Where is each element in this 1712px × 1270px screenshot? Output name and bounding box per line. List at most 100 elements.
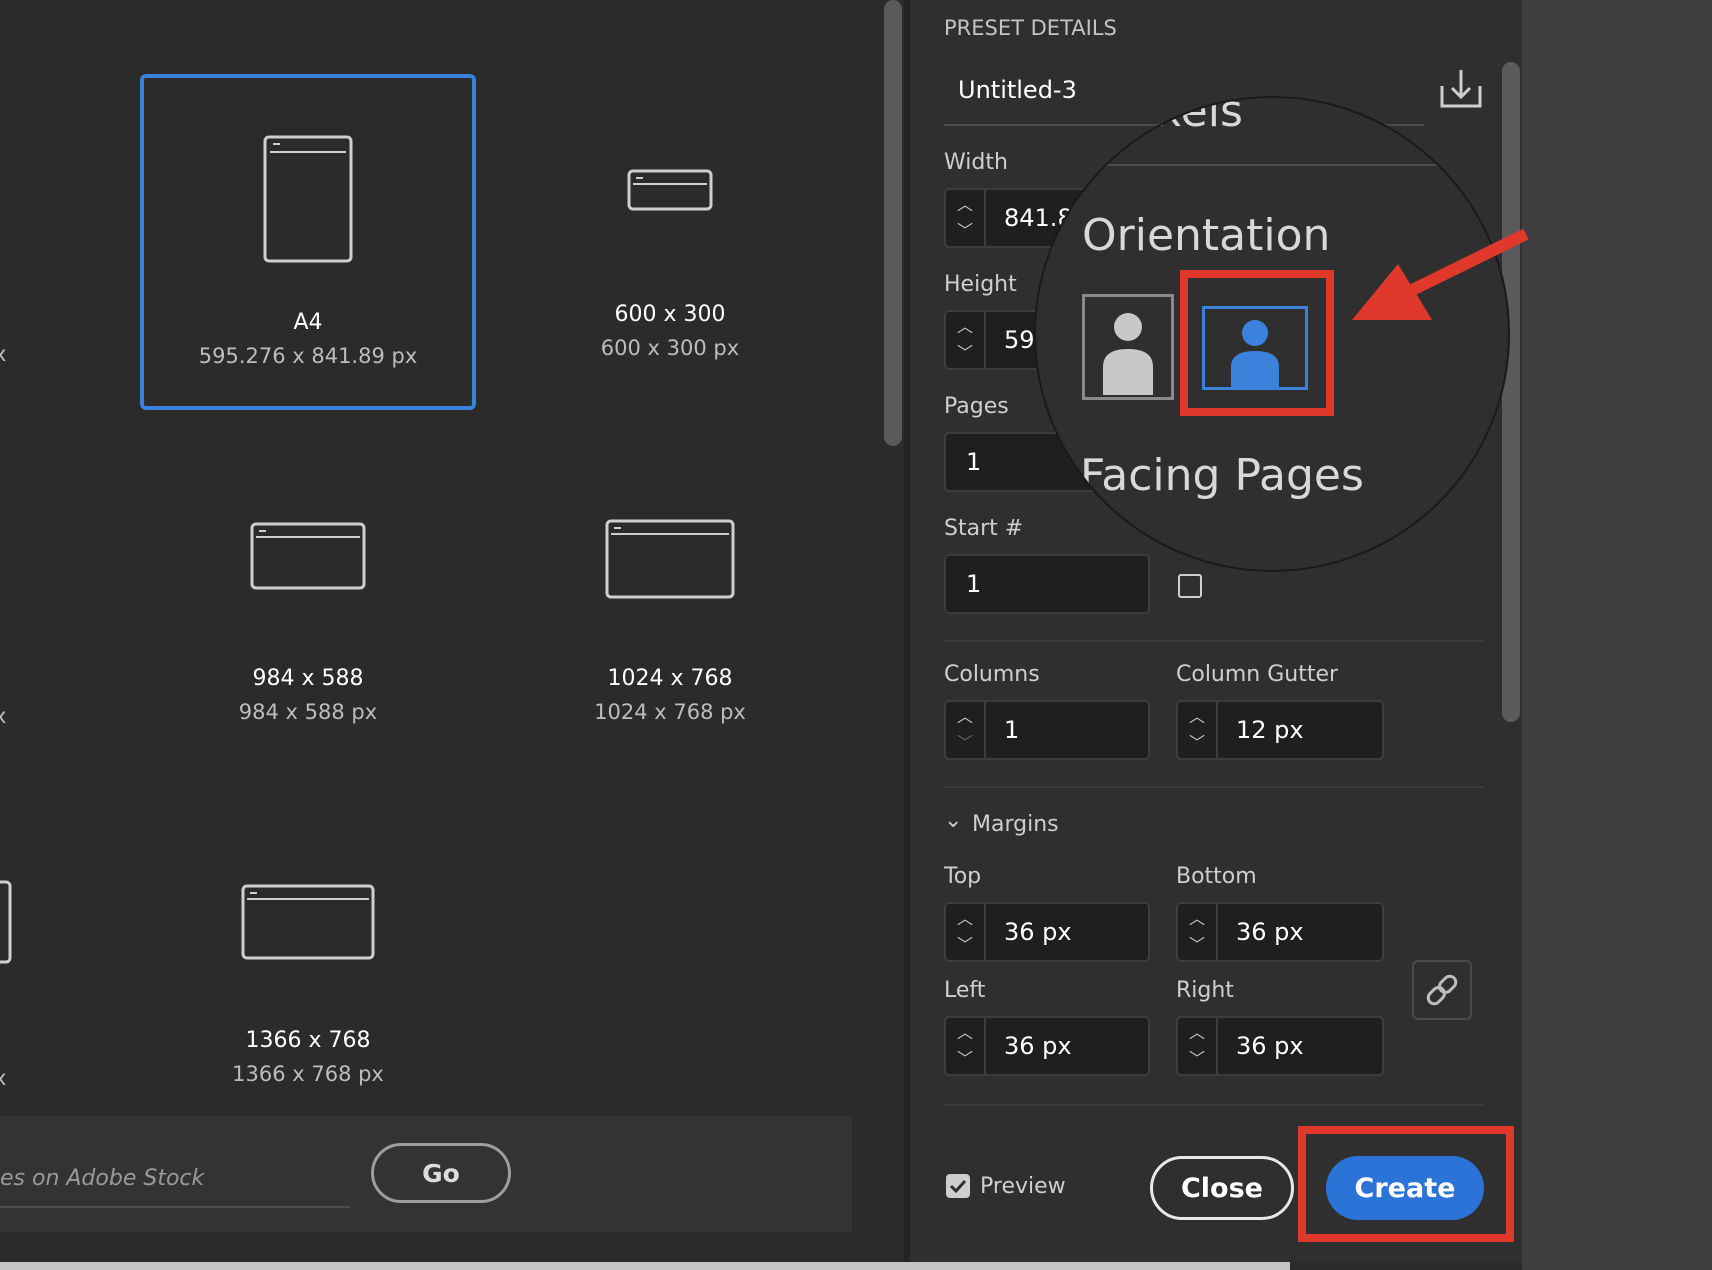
link-margins-button[interactable] — [1412, 960, 1472, 1020]
chevron-up-icon[interactable]: ︿ — [946, 704, 984, 730]
orientation-label: Orientation — [1082, 210, 1331, 261]
red-arrow-icon — [1352, 228, 1529, 320]
chevron-down-icon: ﹀ — [956, 733, 973, 752]
divider — [944, 1104, 1484, 1106]
preset-size: 984 x 588 px — [238, 700, 378, 724]
width-label: Width — [944, 150, 1008, 175]
preset-name: A4 — [293, 310, 323, 335]
right-margin-value: 36 px — [1236, 1032, 1304, 1060]
document-name-value: Untitled-3 — [958, 76, 1077, 104]
divider — [944, 786, 1484, 788]
background-area — [1522, 0, 1712, 1270]
chevron-up-icon[interactable]: ︿ — [946, 314, 984, 340]
column-gutter-field[interactable]: ︿ ﹀ 12 px — [1176, 700, 1384, 760]
start-number-field[interactable]: 1 — [944, 554, 1150, 614]
height-value: 59 — [1004, 326, 1035, 354]
margins-label: Margins — [972, 812, 1059, 837]
go-button[interactable]: Go — [371, 1143, 511, 1203]
preset-card-1024x768[interactable]: 1024 x 768 1024 x 768 px — [502, 436, 838, 772]
preset-size: 1366 x 768 px — [232, 1062, 384, 1086]
chevron-up-icon[interactable]: ︿ — [1178, 906, 1216, 932]
link-icon — [1426, 974, 1458, 1006]
columns-stepper[interactable]: ︿ ﹀ — [946, 702, 986, 758]
facing-pages-label: Facing Pages — [1080, 450, 1364, 501]
preset-size: 595.276 x 841.89 px — [198, 344, 418, 368]
left-margin-field[interactable]: ︿ ﹀ 36 px — [944, 1016, 1150, 1076]
top-margin-stepper[interactable]: ︿ ﹀ — [946, 904, 986, 960]
column-gutter-value: 12 px — [1236, 716, 1304, 744]
preset-card-600x300[interactable]: 600 x 300 600 x 300 px — [502, 74, 838, 410]
right-margin-label: Right — [1176, 978, 1234, 1003]
preset-name: 600 x 300 — [614, 302, 726, 327]
left-margin-value: 36 px — [1004, 1032, 1072, 1060]
chevron-down-icon: ⌄ — [944, 808, 963, 833]
save-preset-icon[interactable] — [1438, 66, 1484, 112]
preview-label: Preview — [980, 1174, 1066, 1199]
stock-search-input[interactable] — [0, 1150, 350, 1208]
preset-grid-scrollbar[interactable] — [884, 0, 902, 446]
window-bottom-edge — [0, 1262, 1290, 1270]
chevron-down-icon[interactable]: ﹀ — [1178, 932, 1216, 958]
width-stepper[interactable]: ︿ ﹀ — [946, 190, 986, 246]
right-margin-field[interactable]: ︿ ﹀ 36 px — [1176, 1016, 1384, 1076]
column-gutter-label: Column Gutter — [1176, 662, 1339, 687]
clipped-preset-size: x — [0, 1066, 7, 1090]
details-scrollbar[interactable] — [1502, 62, 1520, 722]
preset-grid-panel: A4 595.276 x 841.89 px 600 x 300 600 x 3… — [0, 0, 888, 1270]
divider — [944, 640, 1484, 642]
preset-name: 984 x 588 — [252, 666, 364, 691]
chevron-up-icon[interactable]: ︿ — [946, 906, 984, 932]
chevron-down-icon[interactable]: ﹀ — [1178, 730, 1216, 756]
chevron-up-icon[interactable]: ︿ — [1178, 1020, 1216, 1046]
bottom-margin-value: 36 px — [1236, 918, 1304, 946]
pages-label: Pages — [944, 394, 1009, 419]
bottom-margin-stepper[interactable]: ︿ ﹀ — [1178, 904, 1218, 960]
chevron-down-icon[interactable]: ﹀ — [1178, 1046, 1216, 1072]
preset-details-header: PRESET DETAILS — [944, 16, 1117, 40]
columns-label: Columns — [944, 662, 1040, 687]
clipped-preset-size: x — [0, 342, 7, 366]
preset-name: 1366 x 768 — [245, 1028, 371, 1053]
chevron-down-icon[interactable]: ﹀ — [946, 340, 984, 366]
left-margin-stepper[interactable]: ︿ ﹀ — [946, 1018, 986, 1074]
divider — [1096, 164, 1496, 166]
top-margin-label: Top — [944, 864, 982, 889]
clipped-preset-size: x — [0, 704, 7, 728]
pages-value: 1 — [966, 448, 982, 476]
close-button[interactable]: Close — [1150, 1156, 1294, 1220]
columns-field[interactable]: ︿ ﹀ 1 — [944, 700, 1150, 760]
create-button[interactable]: Create — [1326, 1156, 1484, 1220]
magnified-text-fragment: xels — [1156, 96, 1243, 137]
right-margin-stepper[interactable]: ︿ ﹀ — [1178, 1018, 1218, 1074]
portrait-orientation-button[interactable] — [1082, 294, 1174, 400]
preset-size: 600 x 300 px — [600, 336, 740, 360]
highlight-box — [1180, 270, 1334, 416]
start-number-value: 1 — [966, 570, 982, 598]
gutter-stepper[interactable]: ︿ ﹀ — [1178, 702, 1218, 758]
chevron-down-icon[interactable]: ﹀ — [946, 1046, 984, 1072]
height-stepper[interactable]: ︿ ﹀ — [946, 312, 986, 368]
preview-checkbox[interactable] — [946, 1174, 970, 1198]
preset-card-a4[interactable]: A4 595.276 x 841.89 px — [140, 74, 476, 410]
bottom-margin-label: Bottom — [1176, 864, 1257, 889]
chevron-up-icon[interactable]: ︿ — [946, 192, 984, 218]
chevron-down-icon[interactable]: ﹀ — [946, 932, 984, 958]
clipped-preset-icon — [0, 880, 12, 964]
top-margin-field[interactable]: ︿ ﹀ 36 px — [944, 902, 1150, 962]
portrait-person-icon — [1103, 313, 1153, 395]
columns-value: 1 — [1004, 716, 1020, 744]
preset-card-1366x768[interactable]: 1366 x 768 1366 x 768 px — [140, 798, 476, 1134]
chevron-down-icon[interactable]: ﹀ — [946, 218, 984, 244]
preset-card-984x588[interactable]: 984 x 588 984 x 588 px — [140, 436, 476, 772]
start-number-label: Start # — [944, 516, 1024, 541]
checkmark-icon — [949, 1179, 967, 1194]
top-margin-value: 36 px — [1004, 918, 1072, 946]
height-label: Height — [944, 272, 1017, 297]
chevron-up-icon[interactable]: ︿ — [946, 1020, 984, 1046]
left-margin-label: Left — [944, 978, 986, 1003]
preset-name: 1024 x 768 — [607, 666, 733, 691]
chevron-up-icon[interactable]: ︿ — [1178, 704, 1216, 730]
facing-pages-checkbox[interactable] — [1178, 574, 1202, 598]
preset-size: 1024 x 768 px — [594, 700, 746, 724]
bottom-margin-field[interactable]: ︿ ﹀ 36 px — [1176, 902, 1384, 962]
